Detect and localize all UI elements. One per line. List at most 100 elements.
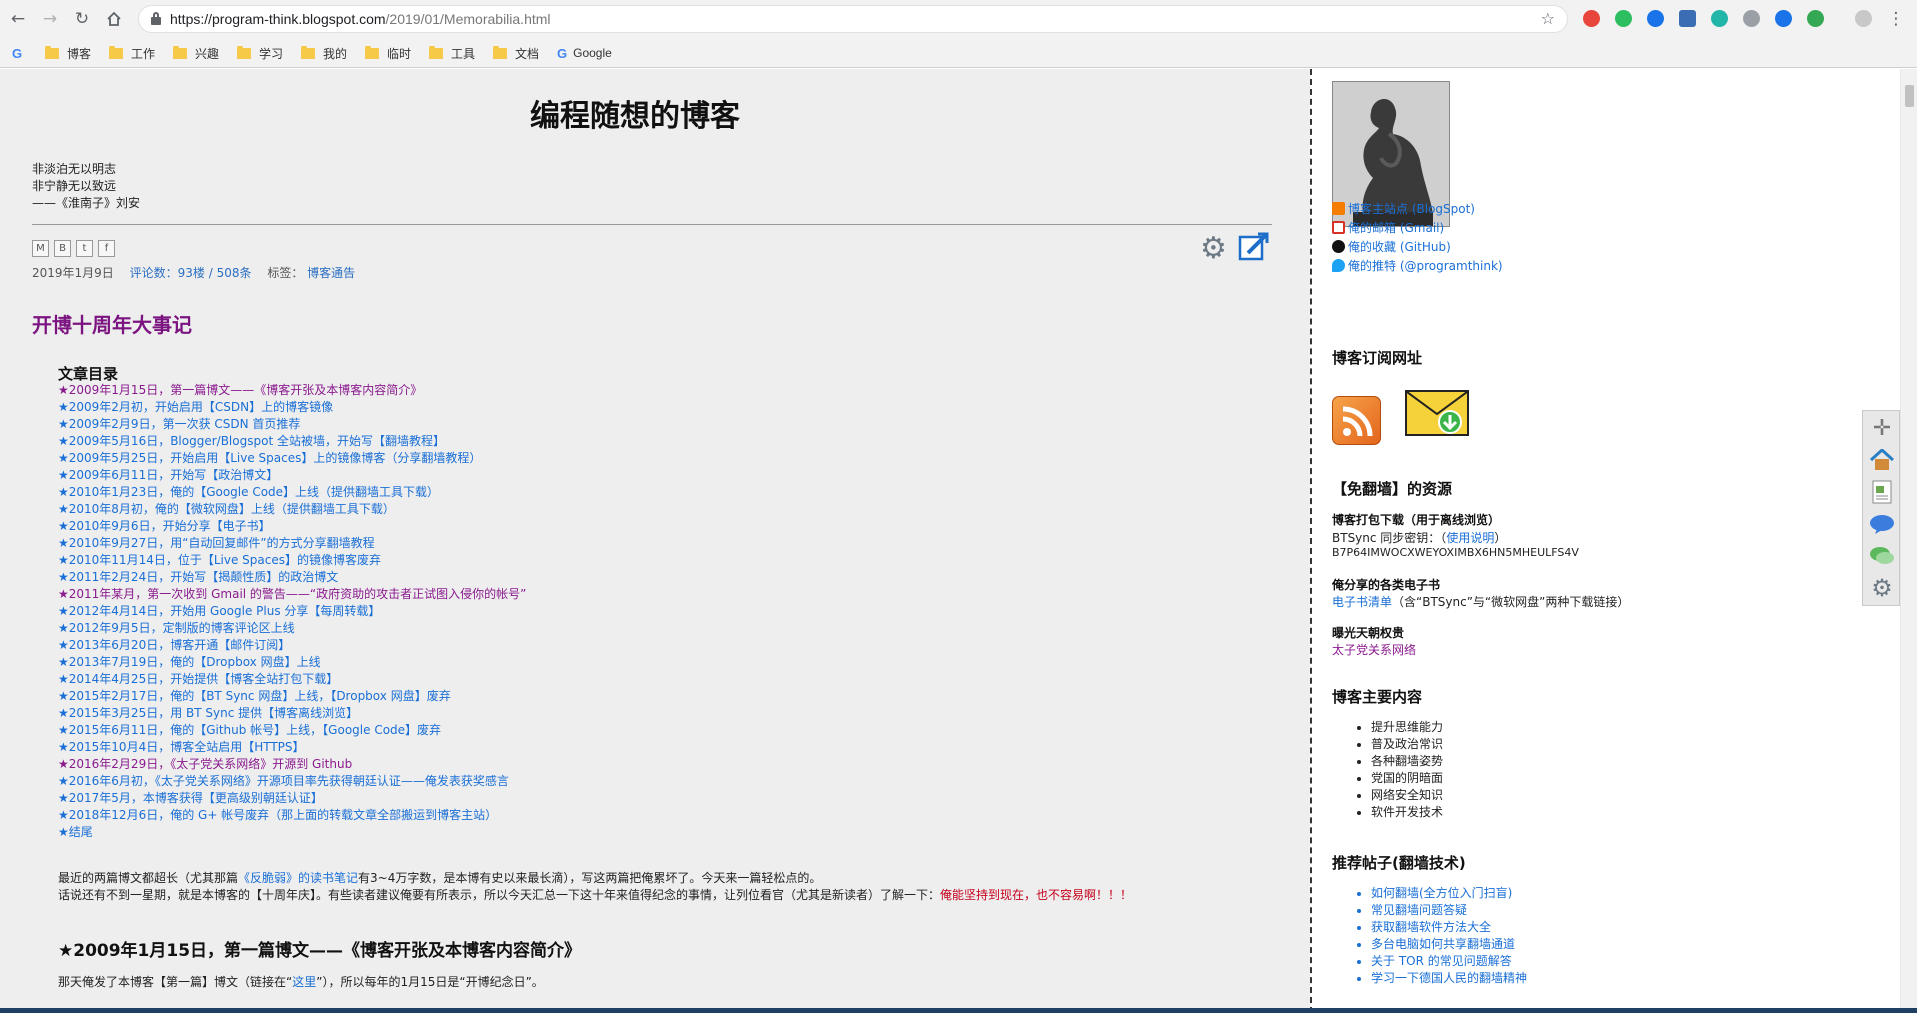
toc-link[interactable]: ★2016年2月29日，《太子党关系网络》开源到 Github [58, 757, 352, 771]
toc-link[interactable]: ★2015年6月11日，俺的【Github 帐号】上线，【Google Code… [58, 723, 441, 737]
toc-link[interactable]: ★2009年5月25日，开始启用【Live Spaces】上的镜像博客（分享翻墙… [58, 451, 481, 465]
toc-link[interactable]: ★2010年9月27日，用“自动回复邮件”的方式分享翻墙教程 [58, 536, 375, 550]
toc-link[interactable]: ★2015年10月4日，博客全站启用【HTTPS】 [58, 740, 305, 754]
extension-globe-icon[interactable] [1743, 10, 1760, 27]
btsync-key[interactable]: B7P64IMWOCXWEYOXIMBX6HN5MHEULFS4V [1332, 546, 1579, 559]
address-bar[interactable]: https://program-think.blogspot.com/2019/… [138, 5, 1568, 33]
toc-link[interactable]: ★结尾 [58, 825, 93, 839]
toc-link[interactable]: ★2009年6月11日，开始写【政治博文】 [58, 468, 278, 482]
web-page: 编程随想的博客 非淡泊无以明志 非宁静无以致远 ——《淮南子》刘安 M B t … [0, 69, 1917, 1013]
toc-link[interactable]: ★2009年2月9日，第一次获 CSDN 首页推荐 [58, 417, 300, 431]
profile-avatar-icon[interactable] [1855, 10, 1872, 27]
scrollbar-thumb[interactable] [1905, 85, 1914, 107]
toc-link[interactable]: ★2016年6月初，《太子党关系网络》开源项目率先获得朝廷认证——俺发表获奖感言 [58, 774, 509, 788]
bookmark-star-icon[interactable]: ☆ [1541, 9, 1555, 28]
comments-link[interactable]: 评论数：93楼 / 508条 [130, 266, 252, 280]
edit-post-icon[interactable] [1238, 231, 1270, 263]
home-icon[interactable] [102, 7, 126, 31]
extension-stop-icon[interactable] [1583, 10, 1600, 27]
toc-item: ★2018年12月6日，俺的 G+ 帐号废弃（那上面的转载文章全部搬运到博客主站… [58, 807, 526, 824]
twitter-share-icon[interactable]: t [76, 240, 93, 257]
extension-translate-icon[interactable] [1679, 10, 1696, 27]
bookmark-folder-interest[interactable]: 兴趣 [173, 44, 219, 62]
reload-icon[interactable]: ↻ [70, 7, 94, 31]
email-subscribe-icon[interactable] [1405, 390, 1469, 436]
book-notes-link[interactable]: 《反脆弱》的读书笔记 [238, 871, 358, 885]
recommended-link[interactable]: 关于 TOR 的常见问题解答 [1371, 953, 1527, 970]
extension-green-icon[interactable] [1807, 10, 1824, 27]
toc-link[interactable]: ★2009年5月16日，Blogger/Blogspot 全站被墙，开始写【翻墙… [58, 434, 445, 448]
toc-link[interactable]: ★2013年6月20日，博客开通【邮件订阅】 [58, 638, 290, 652]
toc-link[interactable]: ★2018年12月6日，俺的 G+ 帐号废弃（那上面的转载文章全部搬运到博客主站… [58, 808, 497, 822]
toc-link[interactable]: ★2015年2月17日，俺的【BT Sync 网盘】上线，【Dropbox 网盘… [58, 689, 451, 703]
ebook-list-link[interactable]: 电子书清单 [1332, 595, 1392, 609]
toc-link[interactable]: ★2010年8月初，俺的【微软网盘】上线（提供翻墙工具下载） [58, 502, 395, 516]
os-taskbar [0, 1008, 1917, 1013]
first-post-link[interactable]: 这里 [292, 975, 316, 989]
tag-link[interactable]: 博客通告 [307, 266, 355, 280]
google-apps-icon[interactable]: G [12, 44, 28, 62]
toc-link[interactable]: ★2012年4月14日，开始用 Google Plus 分享【每周转载】 [58, 604, 380, 618]
blogger-icon [1332, 202, 1345, 215]
toc-link[interactable]: ★2012年9月5日，定制版的博客评论区上线 [58, 621, 295, 635]
sidebar-link-github[interactable]: 俺的收藏 (GitHub) [1332, 238, 1451, 255]
toc-link[interactable]: ★2015年3月25日，用 BT Sync 提供【博客离线浏览】 [58, 706, 358, 720]
bookmark-folder-work[interactable]: 工作 [109, 44, 155, 62]
toc-link[interactable]: ★2013年7月19日，俺的【Dropbox 网盘】上线 [58, 655, 321, 669]
toc-link[interactable]: ★2010年9月6日，开始分享【电子书】 [58, 519, 271, 533]
back-icon[interactable]: ← [6, 7, 30, 31]
bookmark-folder-temp[interactable]: 临时 [365, 44, 411, 62]
settings-gear-icon[interactable]: ⚙ [1869, 574, 1895, 602]
recommended-link[interactable]: 常见翻墙问题答疑 [1371, 902, 1527, 919]
ebook-title: 俺分享的各类电子书 [1332, 578, 1441, 592]
extension-m-icon[interactable] [1711, 10, 1728, 27]
url-text[interactable]: https://program-think.blogspot.com/2019/… [170, 11, 551, 27]
sidebar-link-blogspot[interactable]: 博客主站点 (BlogSpot) [1332, 200, 1475, 217]
intro-emphasis: 俺能坚持到现在，也不容易啊！！！ [940, 888, 1133, 902]
toc-item: ★2015年10月4日，博客全站启用【HTTPS】 [58, 739, 526, 756]
blog-title[interactable]: 编程随想的博客 [0, 91, 1270, 135]
bookmark-folder-study[interactable]: 学习 [237, 44, 283, 62]
bookmark-folder-docs[interactable]: 文档 [493, 44, 539, 62]
toc-link[interactable]: ★2010年1月23日，俺的【Google Code】上线（提供翻墙工具下载） [58, 485, 439, 499]
home-icon[interactable] [1869, 447, 1895, 473]
sidebar-link-twitter[interactable]: 俺的推特 (@programthink) [1332, 257, 1503, 274]
toc-link[interactable]: ★2009年2月初，开始启用【CSDN】上的博客镜像 [58, 400, 333, 414]
recommended-link[interactable]: 获取翻墙软件方法大全 [1371, 919, 1527, 936]
toc-link[interactable]: ★2011年某月，第一次收到 Gmail 的警告——“政府资助的攻击者正试图入侵… [58, 587, 526, 601]
recommended-link[interactable]: 学习一下德国人民的翻墙精神 [1371, 970, 1527, 987]
bookmark-folder-tools[interactable]: 工具 [429, 44, 475, 62]
page-scrollbar[interactable] [1900, 69, 1917, 1013]
toc-link[interactable]: ★2009年1月15日，第一篇博文——《博客开张及本博客内容简介》 [58, 383, 422, 397]
comments-count-icon[interactable] [1869, 511, 1895, 537]
btsync-help-link[interactable]: 使用说明 [1446, 531, 1494, 545]
rss-icon[interactable] [1332, 396, 1381, 445]
menu-dots-icon[interactable]: ⋮ [1884, 7, 1908, 31]
toc-link[interactable]: ★2011年2月24日，开始写【揭颠性质】的政治博文 [58, 570, 338, 584]
bookmark-folder-mine[interactable]: 我的 [301, 44, 347, 62]
post-date: 2019年1月9日 [32, 266, 114, 280]
extension-key-icon[interactable] [1647, 10, 1664, 27]
post-title[interactable]: 开博十周年大事记 [32, 309, 192, 338]
email-share-icon[interactable]: M [32, 240, 49, 257]
forward-icon[interactable]: → [38, 7, 62, 31]
toc-link[interactable]: ★2014年4月25日，开始提供【博客全站打包下载】 [58, 672, 338, 686]
bookmark-google[interactable]: G Google [557, 44, 612, 62]
recommended-link[interactable]: 如何翻墙(全方位入门扫盲) [1371, 885, 1527, 902]
toc-link[interactable]: ★2017年5月，本博客获得【更高级别朝廷认证】 [58, 791, 323, 805]
facebook-share-icon[interactable]: f [98, 240, 115, 257]
move-icon[interactable]: ✛ [1869, 415, 1895, 441]
toc-link[interactable]: ★2010年11月14日，位于【Live Spaces】的镜像博客废弃 [58, 553, 381, 567]
extension-evernote-icon[interactable] [1615, 10, 1632, 27]
recommended-link[interactable]: 多台电脑如何共享翻墙通道 [1371, 936, 1527, 953]
extension-puzzle-icon[interactable] [1775, 10, 1792, 27]
document-icon[interactable] [1869, 479, 1895, 505]
expose-title: 曝光天朝权贵 [1332, 626, 1405, 640]
blogger-share-icon[interactable]: B [54, 240, 71, 257]
folder-icon [109, 45, 123, 59]
sidebar-link-gmail[interactable]: 俺的邮箱 (Gmail) [1332, 219, 1444, 236]
princeling-network-link[interactable]: 太子党关系网络 [1332, 643, 1416, 657]
chat-bubble-icon[interactable] [1869, 543, 1895, 569]
bookmark-folder-blog[interactable]: 博客 [45, 44, 91, 62]
settings-gear-icon[interactable]: ⚙ [1200, 231, 1227, 266]
